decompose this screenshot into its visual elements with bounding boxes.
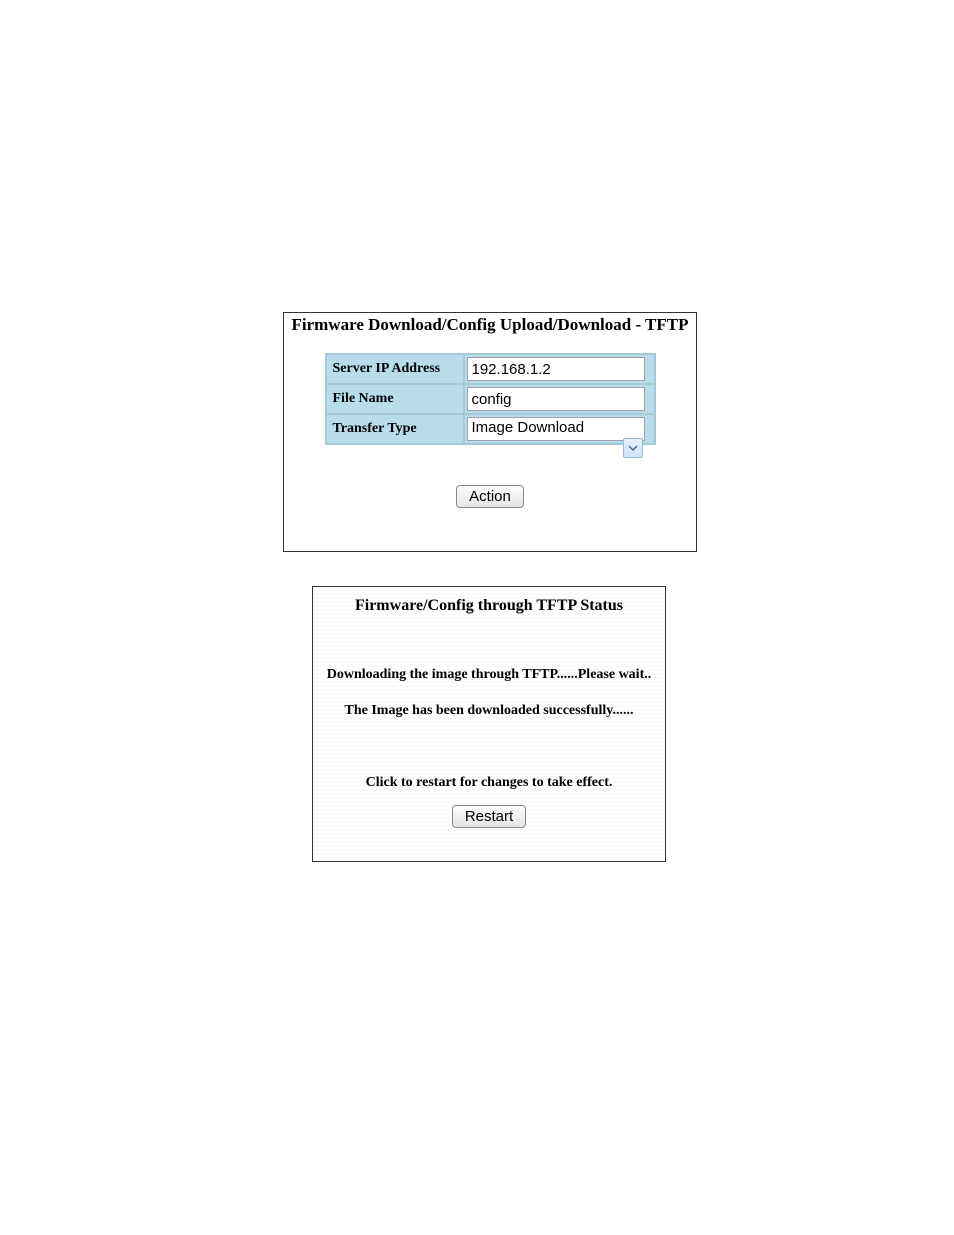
tftp-form-table: Server IP Address File Name Transfer Typ… xyxy=(325,353,656,445)
tftp-form-title: Firmware Download/Config Upload/Download… xyxy=(284,313,696,335)
server-ip-input[interactable] xyxy=(467,357,645,381)
server-ip-label: Server IP Address xyxy=(327,355,463,383)
transfer-type-select[interactable]: Image Download xyxy=(467,417,645,441)
file-name-input[interactable] xyxy=(467,387,645,411)
restart-message: Click to restart for changes to take eff… xyxy=(313,775,665,791)
tftp-status-panel: Firmware/Config through TFTP Status Down… xyxy=(312,586,666,862)
tftp-form-panel: Firmware Download/Config Upload/Download… xyxy=(283,312,697,552)
transfer-type-value: Image Download xyxy=(468,418,624,437)
status-downloading: Downloading the image through TFTP......… xyxy=(313,667,665,683)
tftp-status-title: Firmware/Config through TFTP Status xyxy=(313,587,665,615)
chevron-down-icon xyxy=(623,438,643,458)
file-name-label: File Name xyxy=(327,385,463,413)
status-success: The Image has been downloaded successful… xyxy=(313,703,665,719)
restart-button[interactable]: Restart xyxy=(452,805,526,828)
transfer-type-label: Transfer Type xyxy=(327,415,463,443)
action-button[interactable]: Action xyxy=(456,485,524,508)
